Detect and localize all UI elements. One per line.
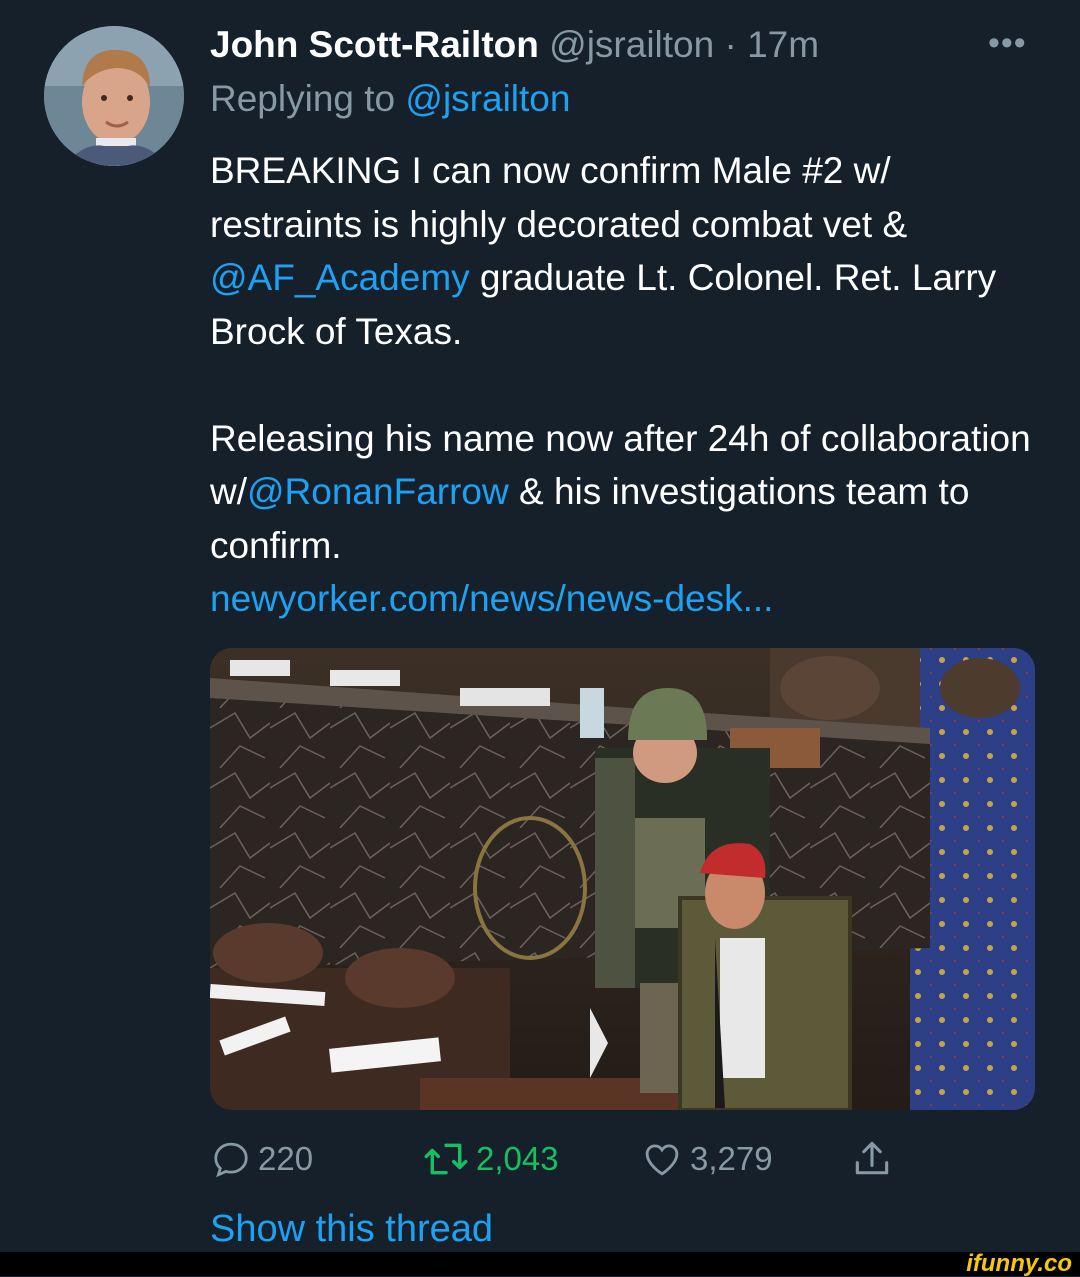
reply-icon[interactable] [210,1138,252,1180]
author-avatar[interactable] [44,26,184,166]
tweet-text: BREAKING I can now confirm Male #2 w/ re… [210,144,1050,626]
more-options-icon[interactable]: ••• [988,26,1030,66]
replying-to-line: Replying to @jsrailton [210,76,570,122]
tweet-time[interactable]: 17m [747,24,819,65]
ifunny-watermark: ifunny.co [966,1250,1072,1277]
tweet-actions: 220 2,043 3,279 [210,1134,930,1184]
tweet-paragraph-2: Releasing his name now after 24h of coll… [210,412,1050,573]
tweet-photo[interactable] [210,648,1035,1110]
reply-count: 220 [258,1140,314,1177]
share-action[interactable] [850,1134,900,1184]
replying-to-label: Replying to [210,78,396,119]
retweet-count: 2,043 [476,1140,559,1177]
article-link[interactable]: newyorker.com/news/news-desk... [210,578,773,619]
tweet-header: John Scott-Railton @jsrailton · 17m [210,22,1040,68]
author-name[interactable]: John Scott-Railton [210,24,539,65]
header-separator: · [724,24,737,65]
author-handle[interactable]: @jsrailton [549,24,714,65]
retweet-icon[interactable] [422,1138,470,1180]
retweet-action[interactable]: 2,043 [422,1134,559,1184]
reply-action[interactable]: 220 [210,1134,313,1184]
share-icon[interactable] [850,1137,894,1181]
tweet-text-part: BREAKING I can now confirm Male #2 w/ re… [210,150,908,245]
replying-to-mention[interactable]: @jsrailton [405,78,570,119]
like-icon[interactable] [640,1138,684,1180]
watermark-bar [0,1252,1080,1276]
tweet-paragraph-1: BREAKING I can now confirm Male #2 w/ re… [210,144,1050,358]
like-count: 3,279 [690,1140,773,1177]
mention-af-academy[interactable]: @AF_Academy [210,257,470,298]
like-action[interactable]: 3,279 [640,1134,773,1184]
show-thread-link[interactable]: Show this thread [210,1204,493,1254]
mention-ronan-farrow[interactable]: @RonanFarrow [247,471,509,512]
